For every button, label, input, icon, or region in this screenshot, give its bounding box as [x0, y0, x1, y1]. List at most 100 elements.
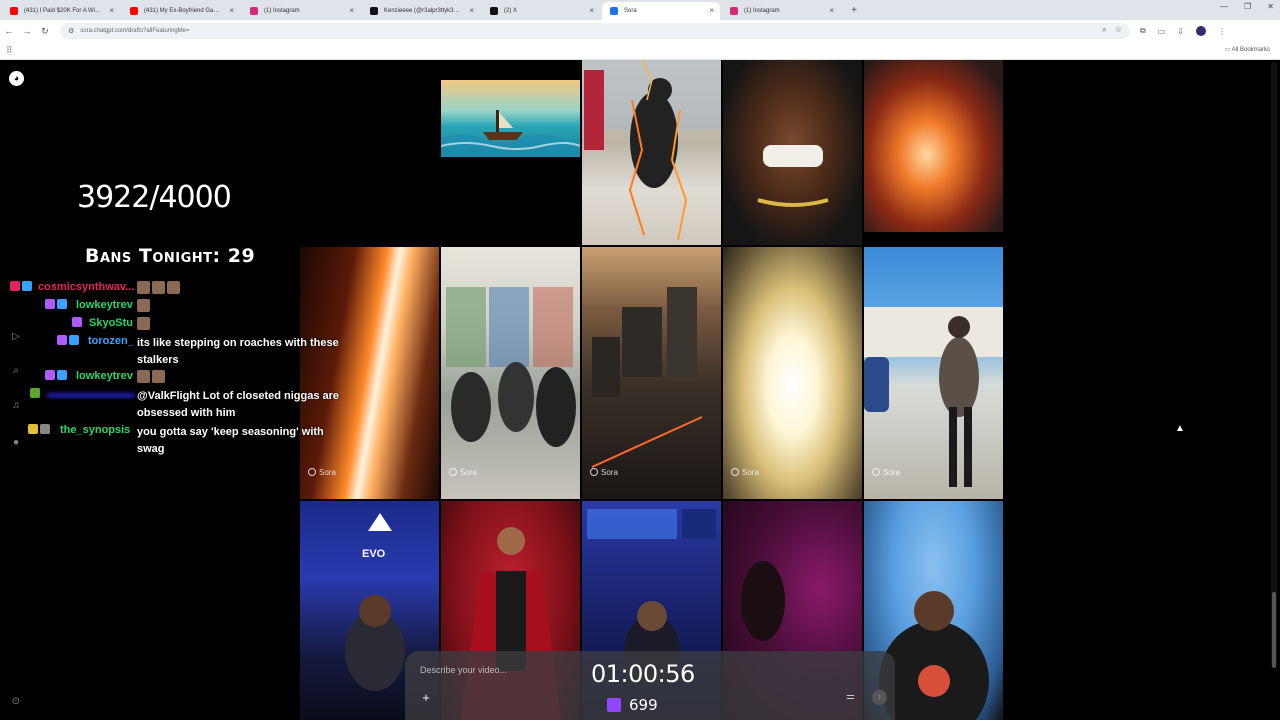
back-icon[interactable]: ←	[0, 26, 18, 36]
send-button[interactable]: ↑	[872, 690, 887, 705]
video-tile-city-rooftops-aerial[interactable]: Sora	[582, 247, 721, 499]
settings-icon[interactable]: ⊙	[9, 696, 23, 710]
chat-message: the_synopsis you gotta say 'keep seasoni…	[0, 422, 340, 457]
sora-tag-label: Sora	[601, 468, 618, 477]
sora-icon	[610, 7, 618, 15]
site-info-icon[interactable]: ⚙	[68, 27, 74, 35]
video-tile-lightning-store-walk[interactable]	[582, 60, 721, 245]
chat-badges	[45, 370, 67, 380]
all-bookmarks-button[interactable]: ▭ All Bookmarks	[1225, 46, 1270, 53]
sora-tag: Sora	[449, 468, 477, 477]
chat-username[interactable]: lowkeytrev	[76, 299, 133, 311]
browser-toolbar: ← → ↻ ⚙ sora.chatgpt.com/drafts?allFeatu…	[0, 20, 1280, 42]
chat-username[interactable]: lowkeytrev	[76, 370, 133, 382]
sora-page: Sora Sora Sora Sora Sora EVO ◕ ▷ ⌕ ♫ ● ⊙…	[0, 60, 1280, 720]
close-tab-icon[interactable]: ×	[109, 2, 114, 20]
close-tab-icon[interactable]: ×	[709, 2, 714, 20]
close-tab-icon[interactable]: ×	[829, 2, 834, 20]
sora-tag: Sora	[590, 468, 618, 477]
minimize-icon[interactable]: —	[1220, 2, 1228, 11]
video-tile-convenience-store-crowd[interactable]: Sora	[441, 247, 580, 499]
close-tab-icon[interactable]: ×	[589, 2, 594, 20]
bookmark-star-icon[interactable]: ☆	[1115, 25, 1122, 35]
tab-title: Kenzieeee (@r3alpr3ttyk3nz_) |...	[384, 8, 474, 14]
video-tile-ship-on-waves[interactable]	[441, 80, 580, 157]
maximize-icon[interactable]: ❐	[1244, 2, 1251, 11]
close-window-icon[interactable]: ✕	[1267, 2, 1274, 11]
browser-tab[interactable]: Kenzieeee (@r3alpr3ttyk3nz_) |... ×	[362, 2, 480, 20]
mouse-cursor-icon: ▲	[1175, 423, 1185, 434]
chat-text: its like stepping on roaches with these …	[137, 337, 339, 366]
emote-icon	[137, 299, 150, 312]
bookmarks-bar: ⠿ ▭ All Bookmarks	[0, 42, 1280, 60]
chat-badges	[28, 424, 50, 434]
close-tab-icon[interactable]: ×	[349, 2, 354, 20]
tab-title: Sora	[624, 8, 637, 14]
twitch-icon	[607, 698, 621, 712]
browser-tab[interactable]: (1) Instagram ×	[242, 2, 360, 20]
badge-icon	[45, 299, 55, 309]
emote-icon	[152, 370, 165, 383]
close-tab-icon[interactable]: ×	[229, 2, 234, 20]
instagram-icon	[250, 7, 258, 15]
chat-emotes	[137, 370, 342, 387]
browser-tab[interactable]: (431) I Paid $20K For A Wife - Is... ×	[2, 2, 120, 20]
store-crowd-illustration	[446, 287, 576, 447]
new-tab-button[interactable]: +	[846, 2, 862, 20]
toolbar-icons: ⧉ ▭ ⇩ ⋮	[1140, 26, 1226, 36]
browser-tab[interactable]: (1) Instagram ×	[722, 2, 840, 20]
viewer-count: 699	[607, 696, 658, 714]
sora-watermark-icon	[872, 468, 880, 476]
sidepanel-icon[interactable]: ▭	[1158, 27, 1166, 36]
downloads-icon[interactable]: ⇩	[1177, 27, 1184, 36]
chat-username[interactable]: ▬▬▬▬▬▬▬▬	[47, 388, 135, 400]
video-tile-fire-explosion[interactable]	[864, 60, 1003, 232]
chat-badges	[10, 281, 32, 291]
chat-message: lowkeytrev	[0, 368, 340, 386]
video-tile-hoodie-man-parking-lot[interactable]: Sora	[864, 247, 1003, 499]
address-bar[interactable]: ⚙ sora.chatgpt.com/drafts?allFeaturingMe…	[60, 23, 1130, 39]
viewer-count-value: 699	[629, 696, 658, 714]
video-tile-white-blast[interactable]: Sora	[723, 247, 862, 499]
zoom-icon[interactable]: ⌕	[1102, 25, 1106, 35]
close-tab-icon[interactable]: ×	[469, 2, 474, 20]
sora-tag-label: Sora	[319, 468, 336, 477]
chat-username[interactable]: the_synopsis	[60, 424, 130, 436]
chat-username[interactable]: cosmicsynthwav...	[38, 281, 134, 293]
tiktok-icon	[370, 7, 378, 15]
chat-badges	[30, 388, 40, 398]
chat-username[interactable]: torozen_	[88, 335, 134, 347]
reload-icon[interactable]: ↻	[36, 26, 54, 37]
stream-chat: cosmicsynthwav... lowkeytrev SkyoStu tor…	[0, 279, 340, 457]
emote-icon	[152, 281, 165, 294]
browser-menu-icon[interactable]: ⋮	[1218, 27, 1226, 36]
forward-icon[interactable]: →	[18, 26, 36, 36]
chat-emotes	[137, 317, 342, 334]
page-scrollbar-thumb[interactable]	[1272, 592, 1276, 668]
chat-badges	[57, 335, 79, 345]
sora-logo-icon[interactable]: ◕	[9, 71, 24, 86]
extensions-icon[interactable]: ⧉	[1140, 26, 1146, 36]
browser-tab[interactable]: (431) My Ex-Boyfriend Gave Me... ×	[122, 2, 240, 20]
chat-message: lowkeytrev	[0, 297, 340, 315]
tab-title: (431) I Paid $20K For A Wife - Is...	[24, 8, 116, 14]
prompt-input[interactable]: Describe your video...	[420, 665, 507, 675]
apps-grid-icon[interactable]: ⠿	[6, 45, 13, 56]
window-controls: — ❐ ✕	[1220, 2, 1274, 11]
browser-tab-active[interactable]: Sora ×	[602, 2, 720, 20]
tab-title: (1) Instagram	[744, 8, 780, 14]
browser-tab[interactable]: (2) X ×	[482, 2, 600, 20]
sora-tag: Sora	[872, 468, 900, 477]
youtube-icon	[10, 7, 18, 15]
video-tile-shouting-man-closeup[interactable]	[723, 60, 862, 245]
emote-icon	[137, 281, 150, 294]
page-scrollbar[interactable]	[1271, 62, 1277, 668]
add-media-button[interactable]: +	[420, 691, 432, 704]
tab-title: (2) X	[504, 8, 518, 14]
tab-title: (431) My Ex-Boyfriend Gave Me...	[144, 8, 235, 14]
sliders-icon[interactable]: ⚌	[846, 691, 855, 702]
chat-emotes	[137, 281, 342, 298]
chat-username[interactable]: SkyoStu	[89, 317, 133, 329]
profile-avatar[interactable]	[1195, 26, 1206, 36]
stream-counter: 3922/4000	[77, 180, 232, 215]
